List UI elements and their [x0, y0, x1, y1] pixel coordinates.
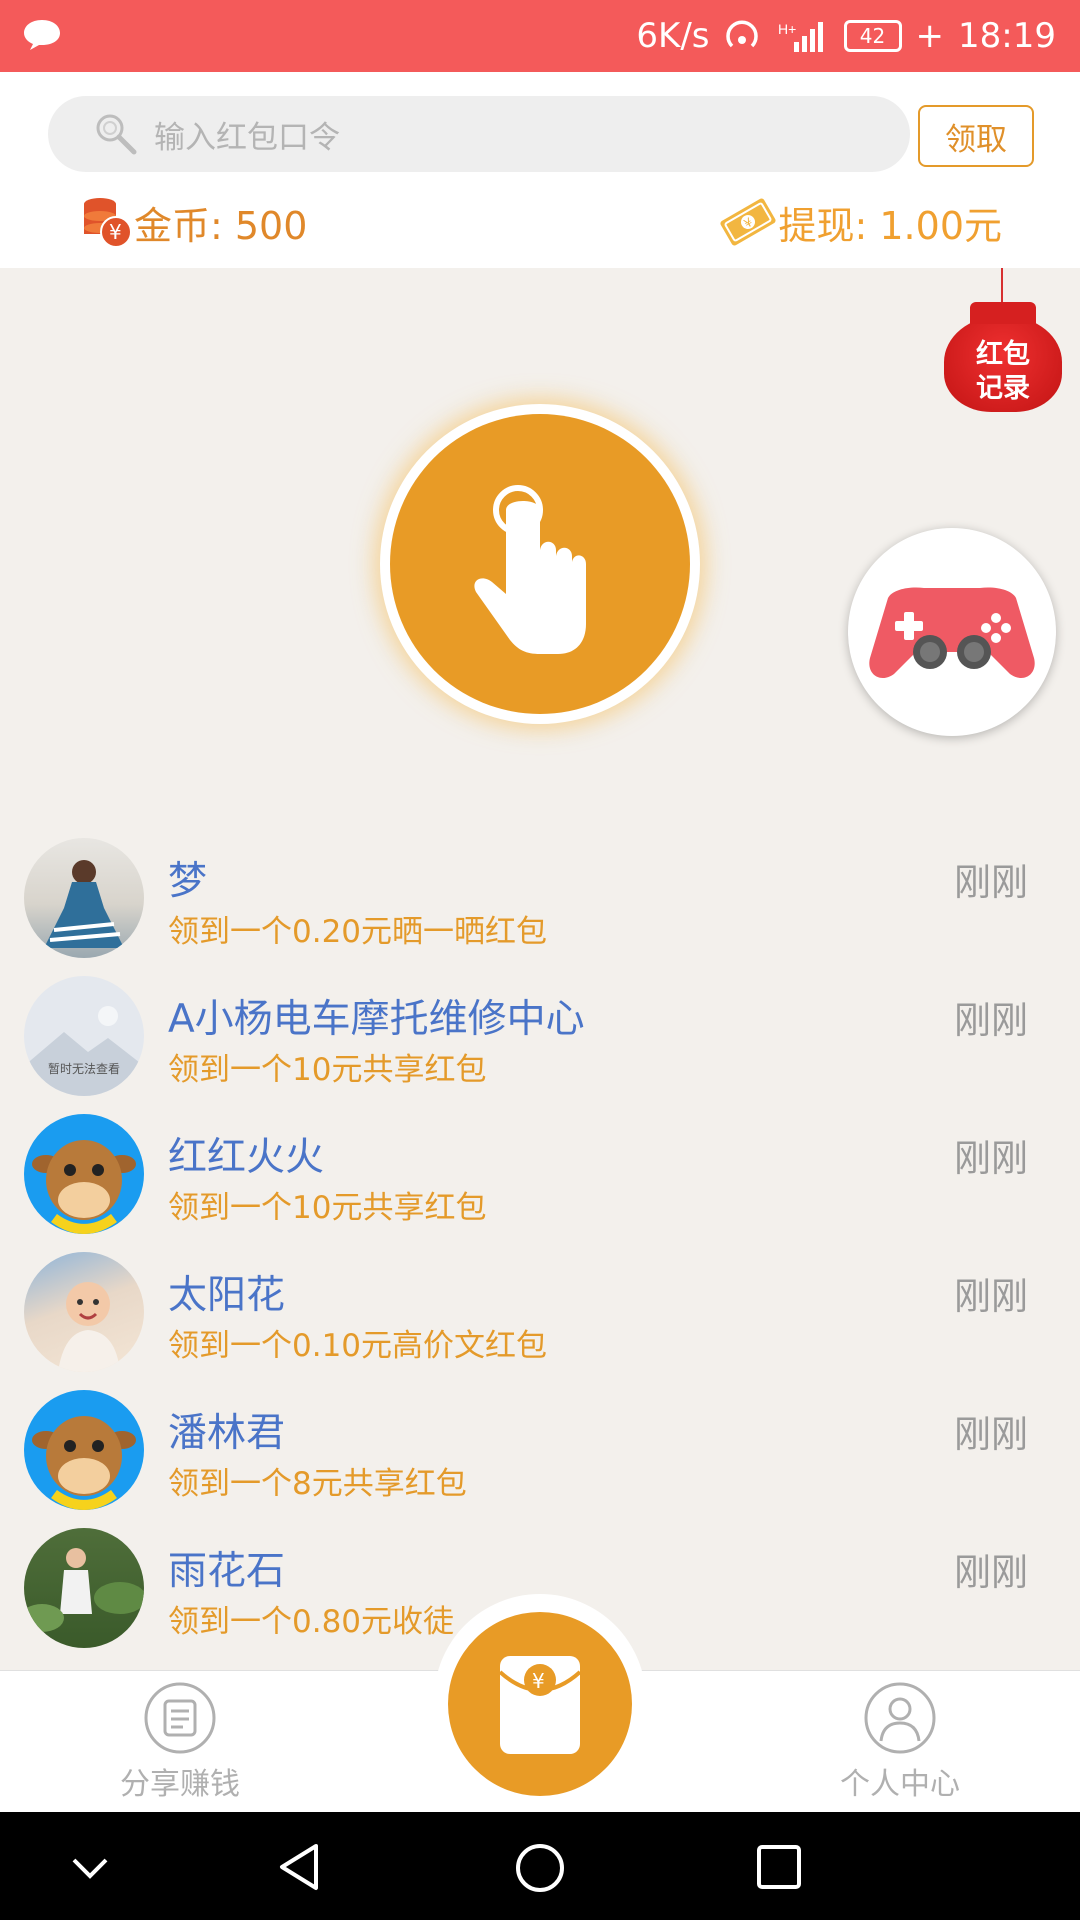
- claim-description: 领到一个10元共享红包: [168, 1190, 487, 1226]
- hand-pointer-icon: [474, 485, 586, 654]
- search-placeholder: 输入红包口令: [154, 119, 340, 156]
- system-nav-bar: [0, 1812, 1080, 1920]
- gamepad-icon: [869, 587, 1035, 679]
- list-item[interactable]: 暂时无法查看 A小杨电车摩托维修中心 领到一个10元共享红包 刚刚: [0, 968, 1080, 1106]
- message-icon: [24, 20, 60, 50]
- status-bar: 6K/s H+ 42 + 18:19: [0, 0, 1080, 72]
- network-speed: 6K/s: [636, 16, 710, 56]
- tab-profile-label: 个人中心: [840, 1767, 960, 1802]
- hotspot-icon: [725, 20, 758, 48]
- tab-profile[interactable]: 个人中心: [800, 1681, 1000, 1803]
- grab-hongbao-button[interactable]: [380, 404, 700, 724]
- coins-balance[interactable]: ¥ 金币: 500: [78, 194, 307, 250]
- avatar: [24, 1252, 144, 1372]
- signal-icon: H+: [778, 21, 823, 52]
- battery-level: 42: [859, 24, 886, 48]
- user-name: 红红火火: [168, 1135, 325, 1180]
- clock: 18:19: [958, 16, 1056, 56]
- list-item[interactable]: 红红火火 领到一个10元共享红包 刚刚: [0, 1106, 1080, 1244]
- timestamp: 刚刚: [954, 1413, 1028, 1456]
- avatar: [24, 1528, 144, 1648]
- search-icon: [96, 114, 137, 155]
- cow-icon: [24, 1390, 144, 1510]
- timestamp: 刚刚: [954, 1137, 1028, 1180]
- user-name: 雨花石: [168, 1549, 286, 1594]
- claim-button[interactable]: 领取: [918, 105, 1034, 167]
- claim-description: 领到一个0.80元收徒: [168, 1604, 455, 1640]
- header: 输入红包口令 领取 ¥ 金币: 500 ¥ 提现: 1.00元: [0, 72, 1080, 268]
- svg-text:H+: H+: [778, 21, 796, 37]
- home-icon[interactable]: [514, 1842, 566, 1894]
- charging-plus: +: [915, 16, 945, 56]
- document-icon: [144, 1682, 216, 1754]
- avatar: 暂时无法查看: [24, 976, 144, 1096]
- claim-description: 领到一个0.10元高价文红包: [168, 1328, 548, 1364]
- game-center-button[interactable]: [848, 528, 1056, 736]
- user-icon: [864, 1682, 936, 1754]
- timestamp: 刚刚: [954, 861, 1028, 904]
- timestamp: 刚刚: [954, 999, 1028, 1042]
- back-icon[interactable]: [276, 1842, 324, 1892]
- user-name: 潘林君: [168, 1411, 286, 1456]
- user-name: 太阳花: [168, 1273, 286, 1318]
- record-label: 红包 记录: [976, 339, 1030, 404]
- avatar: [24, 838, 144, 958]
- hongbao-center-button[interactable]: ¥: [448, 1612, 632, 1796]
- user-name: A小杨电车摩托维修中心: [168, 997, 585, 1042]
- timestamp: 刚刚: [954, 1551, 1028, 1594]
- withdraw-balance[interactable]: ¥ 提现: 1.00元: [717, 194, 1003, 250]
- withdraw-label: 提现: 1.00元: [778, 203, 1003, 248]
- search-input[interactable]: 输入红包口令: [48, 96, 910, 172]
- svg-text:¥: ¥: [532, 1669, 545, 1693]
- claim-feed-list: 梦 领到一个0.20元晒一晒红包 刚刚 暂时无法查看 A小杨电车摩托维修中心 领…: [0, 830, 1080, 1658]
- timestamp: 刚刚: [954, 1275, 1028, 1318]
- recent-apps-icon[interactable]: [756, 1844, 802, 1890]
- claim-description: 领到一个0.20元晒一晒红包: [168, 914, 548, 950]
- cow-icon: [24, 1114, 144, 1234]
- cash-icon: ¥: [719, 198, 776, 246]
- tab-share-label: 分享赚钱: [120, 1767, 240, 1802]
- svg-text:¥: ¥: [109, 220, 122, 244]
- coins-label: 金币: 500: [134, 203, 308, 248]
- list-item[interactable]: 太阳花 领到一个0.10元高价文红包 刚刚: [0, 1244, 1080, 1382]
- avatar-placeholder-text: 暂时无法查看: [47, 1062, 120, 1076]
- claim-description: 领到一个10元共享红包: [168, 1052, 487, 1088]
- hongbao-record-button[interactable]: 红包 记录: [942, 268, 1064, 416]
- list-item[interactable]: 梦 领到一个0.20元晒一晒红包 刚刚: [0, 830, 1080, 968]
- claim-description: 领到一个8元共享红包: [168, 1466, 467, 1502]
- tab-share-earn[interactable]: 分享赚钱: [80, 1681, 280, 1803]
- chevron-down-icon[interactable]: [70, 1848, 110, 1888]
- user-name: 梦: [168, 859, 208, 904]
- list-item[interactable]: 潘林君 领到一个8元共享红包 刚刚: [0, 1382, 1080, 1520]
- red-envelope-icon: ¥: [498, 1656, 582, 1754]
- battery-icon: 42: [843, 20, 902, 52]
- coin-stack-icon: ¥: [84, 198, 132, 248]
